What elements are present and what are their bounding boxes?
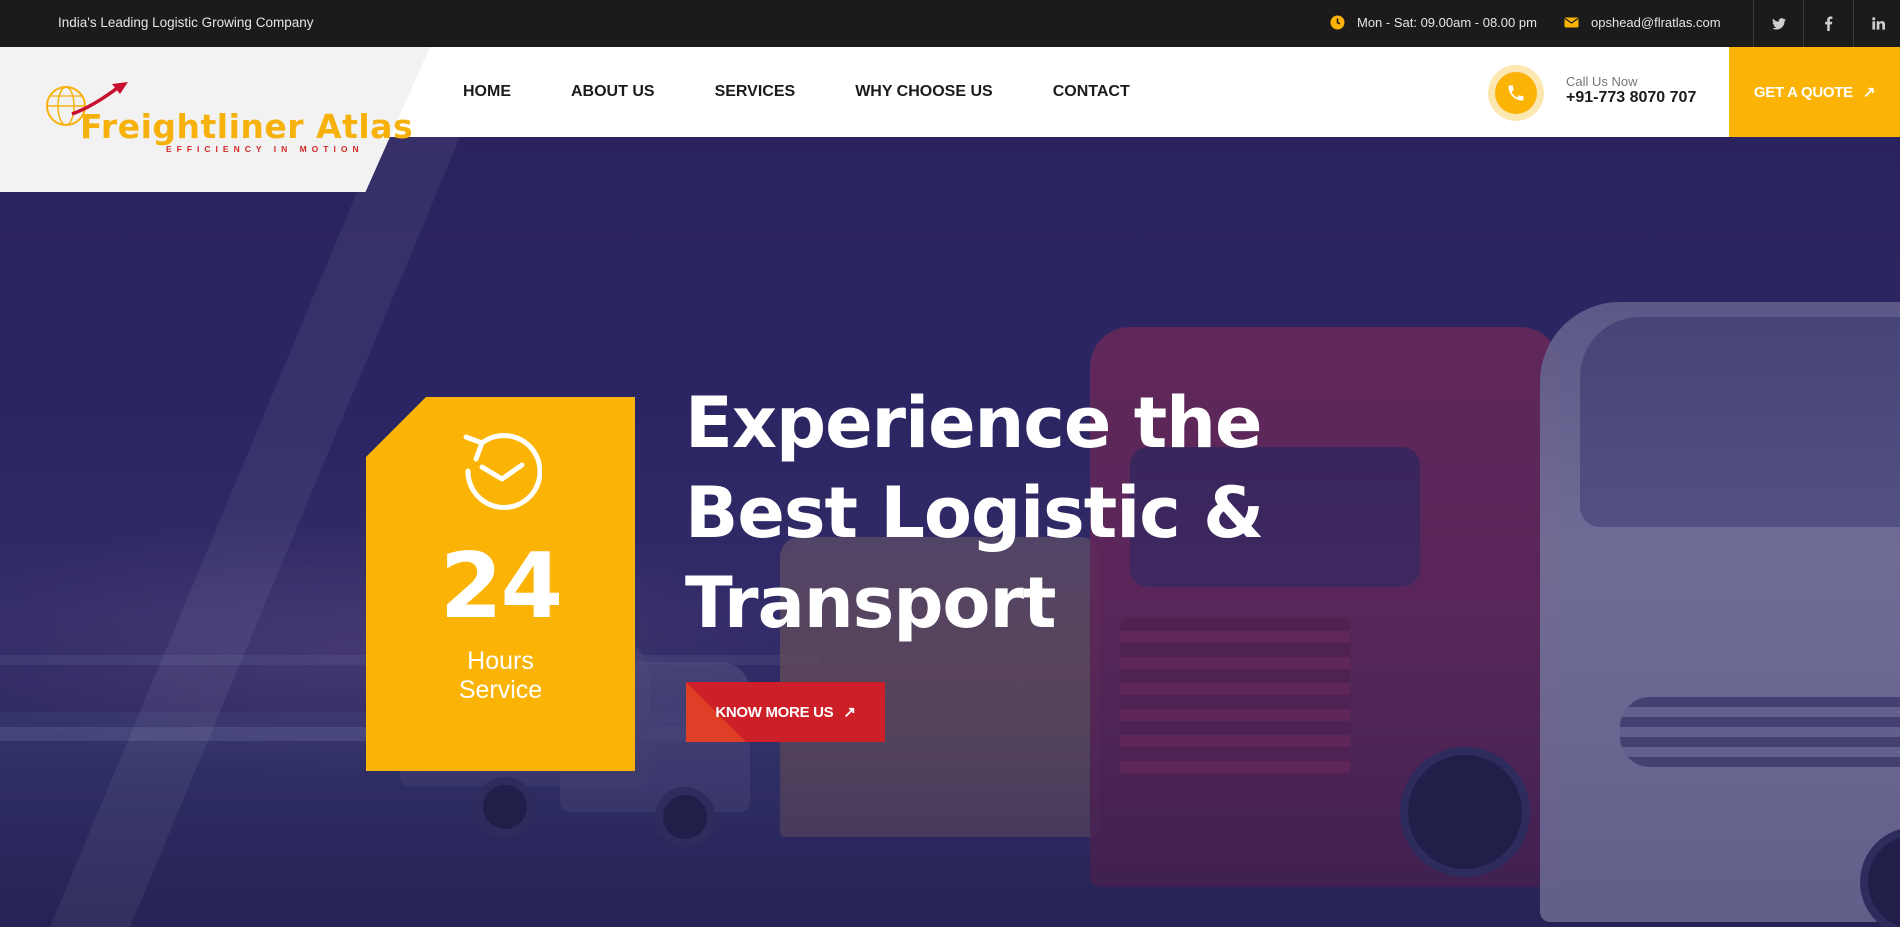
know-more-label: KNOW MORE US — [715, 703, 834, 721]
clock-history-icon — [463, 433, 542, 510]
arrow-up-right-icon: ↗ — [843, 704, 856, 721]
top-bar: India's Leading Logistic Growing Company… — [0, 0, 1900, 47]
hours-service-label: Hours Service — [366, 647, 635, 705]
hours-label-line1: Hours — [467, 647, 534, 675]
hero-headline: Experience the Best Logistic & Transport — [685, 378, 1385, 648]
company-tagline: India's Leading Logistic Growing Company — [58, 15, 314, 30]
get-a-quote-button[interactable]: GET A QUOTE ↗ — [1729, 47, 1900, 137]
nav-item-contact[interactable]: CONTACT — [1053, 83, 1130, 101]
nav-item-why-choose-us[interactable]: WHY CHOOSE US — [855, 83, 993, 101]
quote-label: GET A QUOTE — [1753, 83, 1853, 101]
clock-icon — [1330, 15, 1345, 30]
facebook-icon[interactable] — [1803, 0, 1853, 47]
headline-line-3: Transport — [685, 562, 1057, 644]
hours-number: 24 — [439, 534, 563, 639]
headline-line-1: Experience the — [685, 382, 1263, 464]
nav-item-about-us[interactable]: ABOUT US — [571, 83, 655, 101]
call-label: Call Us Now — [1566, 74, 1638, 89]
envelope-icon — [1564, 15, 1579, 30]
nav-item-home[interactable]: HOME — [463, 83, 511, 101]
nav-item-services[interactable]: SERVICES — [715, 83, 796, 101]
arrow-up-right-icon: ↗ — [1862, 84, 1876, 101]
linkedin-icon[interactable] — [1853, 0, 1900, 47]
hours-label-line2: Service — [458, 676, 543, 704]
twitter-icon[interactable] — [1753, 0, 1803, 47]
logo-tagline: EFFICIENCY IN MOTION — [166, 144, 364, 154]
business-hours: Mon - Sat: 09.00am - 08.00 pm — [1330, 15, 1537, 30]
phone-icon[interactable] — [1495, 72, 1537, 114]
email-text[interactable]: opshead@flratlas.com — [1591, 15, 1721, 30]
logo-wordmark[interactable]: Freightliner Atlas — [80, 107, 413, 146]
contact-email[interactable]: opshead@flratlas.com — [1564, 15, 1721, 30]
hours-text: Mon - Sat: 09.00am - 08.00 pm — [1357, 15, 1537, 30]
main-nav: HOME ABOUT US SERVICES WHY CHOOSE US CON… — [463, 83, 1190, 101]
phone-number[interactable]: +91-773 8070 707 — [1566, 89, 1696, 107]
know-more-button[interactable]: KNOW MORE US ↗ — [686, 682, 885, 742]
headline-line-2: Best Logistic & — [685, 472, 1264, 554]
